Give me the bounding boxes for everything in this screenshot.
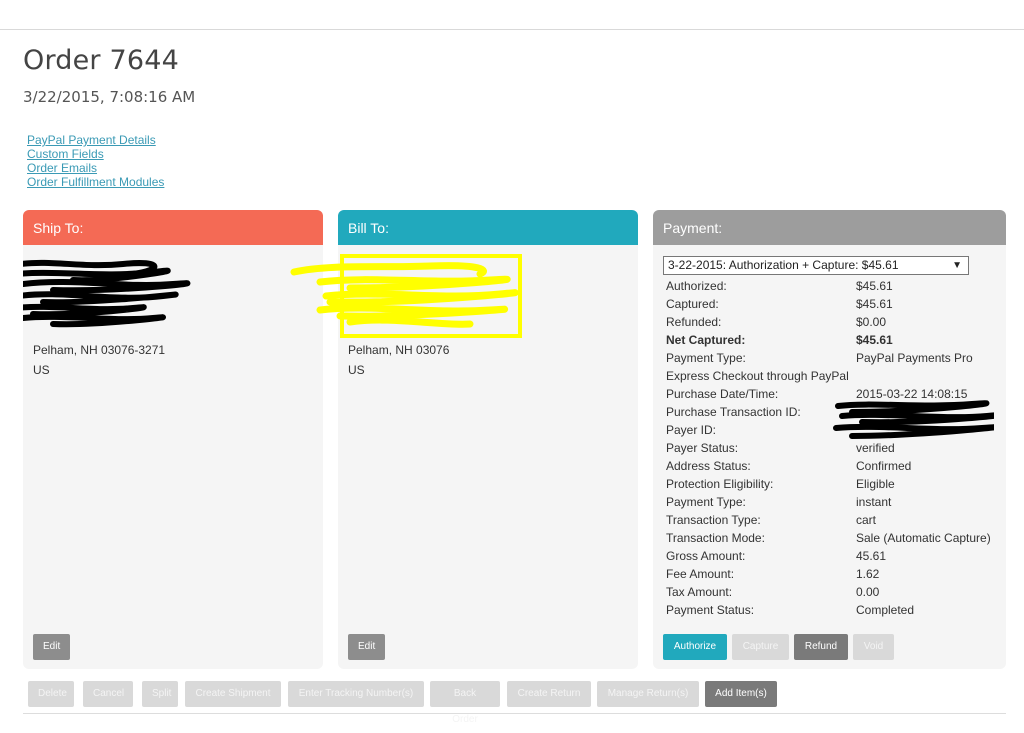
link-order-emails[interactable]: Order Emails	[27, 161, 164, 175]
payment-detail-label: Payment Type:	[666, 351, 746, 365]
refund-button[interactable]: Refund	[794, 634, 848, 660]
payment-detail-value: 45.61	[856, 549, 887, 563]
redacted-bill-address	[290, 254, 522, 338]
payment-detail-label: Gross Amount:	[666, 549, 746, 563]
link-paypal-payment-details[interactable]: PayPal Payment Details	[27, 133, 164, 147]
payment-detail-value: $45.61	[856, 279, 893, 293]
payment-detail-value: Completed	[856, 603, 915, 617]
payment-detail-label: Authorized:	[666, 279, 727, 293]
bottom-divider	[23, 713, 1006, 714]
payment-detail-row: Gross Amount: 45.61	[666, 547, 1006, 565]
payment-detail-label: Protection Eligibility:	[666, 477, 774, 491]
payment-detail-row: Address Status: Confirmed	[666, 457, 1006, 475]
payment-detail-row: Authorized: $45.61	[666, 277, 1006, 295]
payment-detail-label: Purchase Transaction ID:	[666, 405, 801, 419]
payment-detail-row: Protection Eligibility: Eligible	[666, 475, 1006, 493]
bill-city: Pelham, NH 03076	[348, 343, 450, 357]
payment-detail-row: Express Checkout through PayPal	[666, 367, 1006, 385]
top-divider	[0, 29, 1024, 30]
redacted-transaction-ids	[833, 400, 994, 439]
payment-detail-row: Captured: $45.61	[666, 295, 1006, 313]
authorize-button[interactable]: Authorize	[663, 634, 727, 660]
payment-detail-label: Transaction Mode:	[666, 531, 765, 545]
payment-detail-value: cart	[856, 513, 877, 527]
ship-country: US	[33, 363, 50, 377]
redacted-ship-address	[23, 259, 191, 328]
payment-detail-value: Sale (Automatic Capture)	[856, 531, 991, 545]
payment-detail-row: Transaction Mode: Sale (Automatic Capture…	[666, 529, 1006, 547]
payment-detail-label: Payer Status:	[666, 441, 739, 455]
bill-country: US	[348, 363, 365, 377]
payment-detail-value: $0.00	[856, 315, 887, 329]
payment-detail-value: PayPal Payments Pro	[856, 351, 973, 365]
manage-returns-button[interactable]: Manage Return(s)	[597, 681, 699, 707]
payment-detail-label: Payment Status:	[666, 603, 755, 617]
payment-detail-label: Purchase Date/Time:	[666, 387, 779, 401]
payment-detail-label: Captured:	[666, 297, 719, 311]
payment-detail-row: Tax Amount: 0.00	[666, 583, 1006, 601]
capture-button[interactable]: Capture	[732, 634, 789, 660]
ship-city: Pelham, NH 03076-3271	[33, 343, 166, 357]
ship-to-header: Ship To:	[23, 210, 323, 245]
link-custom-fields[interactable]: Custom Fields	[27, 147, 164, 161]
payment-detail-label: Net Captured:	[666, 333, 746, 347]
bill-edit-button[interactable]: Edit	[348, 634, 386, 660]
payment-detail-value: Confirmed	[856, 459, 912, 473]
order-actions-bar: Delete Cancel Split Create Shipment Ente…	[23, 677, 1006, 725]
add-items-button[interactable]: Add Item(s)	[705, 681, 777, 707]
create-shipment-button[interactable]: Create Shipment	[185, 681, 281, 707]
split-button[interactable]: Split	[142, 681, 178, 707]
enter-tracking-button[interactable]: Enter Tracking Number(s)	[288, 681, 424, 707]
payment-detail-label: Payment Type:	[666, 495, 746, 509]
ship-edit-button[interactable]: Edit	[33, 634, 71, 660]
payment-detail-row: Transaction Type: cart	[666, 511, 1006, 529]
payment-detail-label: Transaction Type:	[666, 513, 761, 527]
transaction-select-value: 3-22-2015: Authorization + Capture: $45.…	[668, 258, 899, 272]
create-return-button[interactable]: Create Return	[507, 681, 591, 707]
payment-detail-label: Payer ID:	[666, 423, 717, 437]
ship-address: Pelham, NH 03076-3271 US	[33, 340, 165, 380]
payment-detail-value: Eligible	[856, 477, 895, 491]
order-links: PayPal Payment Details Custom Fields Ord…	[27, 133, 164, 189]
ship-to-panel: Ship To: Pelham, NH 03076-3271 US Edit	[23, 210, 323, 669]
payment-detail-row: Payment Type: instant	[666, 493, 1006, 511]
page-title: Order 7644	[23, 45, 180, 76]
payment-detail-label: Refunded:	[666, 315, 722, 329]
payment-details-table: Authorized: $45.61 Captured: $45.61 Refunded…	[666, 277, 1006, 619]
payment-detail-value: instant	[856, 495, 892, 509]
payment-detail-value: 1.62	[856, 567, 880, 581]
payment-detail-value: $45.61	[856, 297, 893, 311]
payment-detail-label: Express Checkout through PayPal	[666, 369, 849, 383]
payment-detail-row: Fee Amount: 1.62	[666, 565, 1006, 583]
payment-detail-row: Net Captured: $45.61	[666, 331, 1006, 349]
bill-address: Pelham, NH 03076 US	[348, 340, 449, 380]
chevron-down-icon: ▼	[952, 260, 962, 271]
payment-detail-row: Payment Type: PayPal Payments Pro	[666, 349, 1006, 367]
payment-detail-value: $45.61	[856, 333, 893, 347]
transaction-select[interactable]: 3-22-2015: Authorization + Capture: $45.…	[663, 256, 969, 275]
void-button[interactable]: Void	[853, 634, 894, 660]
payment-header: Payment:	[653, 210, 1006, 245]
bill-to-header: Bill To:	[338, 210, 638, 245]
back-order-button[interactable]: Back Order	[430, 681, 500, 725]
order-date: 3/22/2015, 7:08:16 AM	[23, 88, 196, 106]
delete-button[interactable]: Delete	[28, 681, 74, 707]
payment-detail-label: Address Status:	[666, 459, 751, 473]
link-order-fulfillment-modules[interactable]: Order Fulfillment Modules	[27, 175, 164, 189]
payment-detail-label: Fee Amount:	[666, 567, 735, 581]
payment-detail-row: Refunded: $0.00	[666, 313, 1006, 331]
cancel-button[interactable]: Cancel	[83, 681, 133, 707]
payment-detail-row: Payment Status: Completed	[666, 601, 1006, 619]
payment-detail-label: Tax Amount:	[666, 585, 733, 599]
payment-detail-value: 0.00	[856, 585, 880, 599]
